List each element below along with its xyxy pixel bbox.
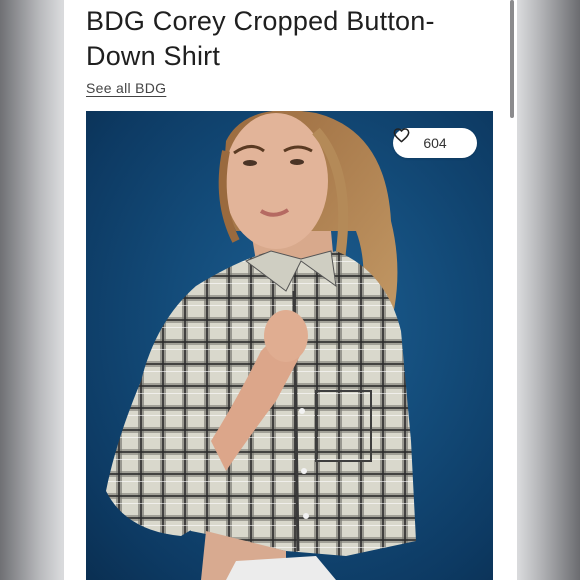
- product-photo[interactable]: 604: [86, 111, 493, 580]
- scrollbar[interactable]: [510, 0, 514, 118]
- product-page: BDG Corey Cropped Button-Down Shirt See …: [64, 0, 517, 580]
- like-button[interactable]: 604: [393, 128, 477, 158]
- see-all-brand-link[interactable]: See all BDG: [86, 80, 166, 96]
- product-title: BDG Corey Cropped Button-Down Shirt: [86, 6, 435, 71]
- heart-icon: [393, 128, 410, 143]
- like-count: 604: [423, 135, 447, 151]
- model-illustration: [106, 111, 416, 580]
